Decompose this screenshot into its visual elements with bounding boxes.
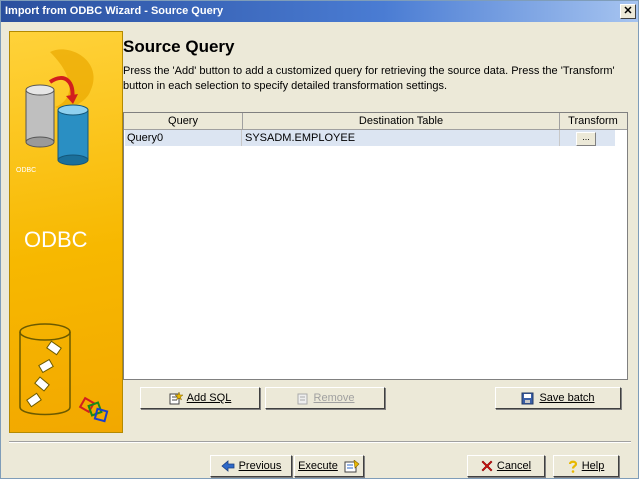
title-bar[interactable]: Import from ODBC Wizard - Source Query ✕ (1, 1, 638, 22)
transform-cell: ... (560, 130, 614, 146)
small-odbc-label: ODBC (16, 167, 36, 174)
close-button[interactable]: ✕ (620, 4, 636, 19)
odbc-label: ODBC (24, 227, 88, 252)
chain-cylinder-icon (19, 323, 109, 423)
cancel-label: Cancel (496, 460, 532, 472)
page-description: Press the 'Add' button to add a customiz… (123, 65, 615, 92)
help-question-icon (568, 460, 577, 473)
footer-separator (9, 441, 631, 443)
remove-label: Remove (313, 392, 355, 404)
sidebar-art: ODBC ODBC (16, 49, 109, 423)
destination-cell[interactable]: SYSADM.EMPLOYEE (243, 130, 560, 146)
transform-button[interactable]: ... (576, 132, 596, 146)
previous-button[interactable]: Previous (210, 455, 292, 477)
previous-arrow-icon (220, 460, 234, 472)
remove-icon (297, 393, 308, 405)
column-header-query[interactable]: Query (124, 113, 243, 129)
save-batch-button[interactable]: Save batch (495, 387, 621, 409)
close-icon: ✕ (623, 5, 633, 17)
query-table[interactable]: Query Destination Table Transform Query0… (123, 112, 628, 380)
query-cell[interactable]: Query0 (125, 130, 242, 146)
table-header: Query Destination Table Transform (124, 113, 627, 130)
wizard-main-panel: Source Query Press the 'Add' button to a… (123, 31, 631, 431)
column-header-transform[interactable]: Transform (560, 113, 626, 129)
execute-button[interactable]: Execute (294, 455, 364, 477)
cancel-button[interactable]: Cancel (467, 455, 545, 477)
table-row[interactable]: Query0 SYSADM.EMPLOYEE ... (125, 130, 615, 146)
execute-icon (344, 459, 360, 473)
wizard-window: Import from ODBC Wizard - Source Query ✕… (0, 0, 639, 479)
save-batch-icon (521, 392, 534, 405)
add-sql-icon (169, 391, 183, 405)
window-title: Import from ODBC Wizard - Source Query (5, 5, 224, 17)
add-sql-button[interactable]: Add SQL (140, 387, 260, 409)
previous-label: Previous (238, 460, 282, 472)
help-label: Help (581, 460, 605, 472)
remove-button[interactable]: Remove (265, 387, 385, 409)
execute-label: Execute (298, 460, 338, 472)
page-title: Source Query (123, 37, 235, 56)
add-sql-label: Add SQL (186, 392, 232, 404)
save-batch-label: Save batch (539, 392, 595, 404)
cancel-icon (481, 460, 493, 472)
help-button[interactable]: Help (553, 455, 619, 477)
wizard-sidebar-banner: ODBC ODBC (9, 31, 123, 433)
column-header-destination[interactable]: Destination Table (243, 113, 560, 129)
